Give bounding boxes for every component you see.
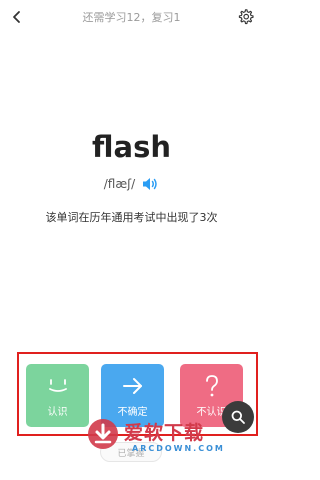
back-button[interactable]: [6, 6, 28, 28]
smile-icon: [26, 372, 89, 400]
search-icon: [231, 410, 245, 424]
search-button[interactable]: [222, 401, 254, 433]
phonetic-text: /flæʃ/: [103, 177, 136, 191]
mastered-button[interactable]: 已掌握: [100, 442, 162, 462]
gear-icon: [238, 8, 254, 24]
word-study-screen: 还需学习12，复习1 flash /flæʃ/ 该单词在历年通用考试中出现了3次: [0, 0, 263, 480]
know-button[interactable]: 认识: [26, 364, 89, 427]
unsure-label: 不确定: [117, 407, 148, 418]
phonetic-row: /flæʃ/: [0, 176, 263, 192]
speaker-icon[interactable]: [141, 176, 159, 192]
settings-button[interactable]: [235, 6, 255, 26]
arrow-right-icon: [101, 372, 164, 400]
word-text: flash: [92, 130, 171, 164]
unsure-button[interactable]: 不确定: [101, 364, 164, 427]
know-label: 认识: [47, 407, 68, 418]
answer-buttons-panel: 认识 不确定 不认识: [17, 352, 258, 436]
progress-title: 还需学习12，复习1: [82, 11, 181, 24]
top-bar: 还需学习12，复习1: [0, 0, 263, 34]
question-mark-icon: [180, 372, 243, 400]
exam-frequency-text: 该单词在历年通用考试中出现了3次: [45, 211, 218, 224]
chevron-left-icon: [13, 11, 20, 23]
